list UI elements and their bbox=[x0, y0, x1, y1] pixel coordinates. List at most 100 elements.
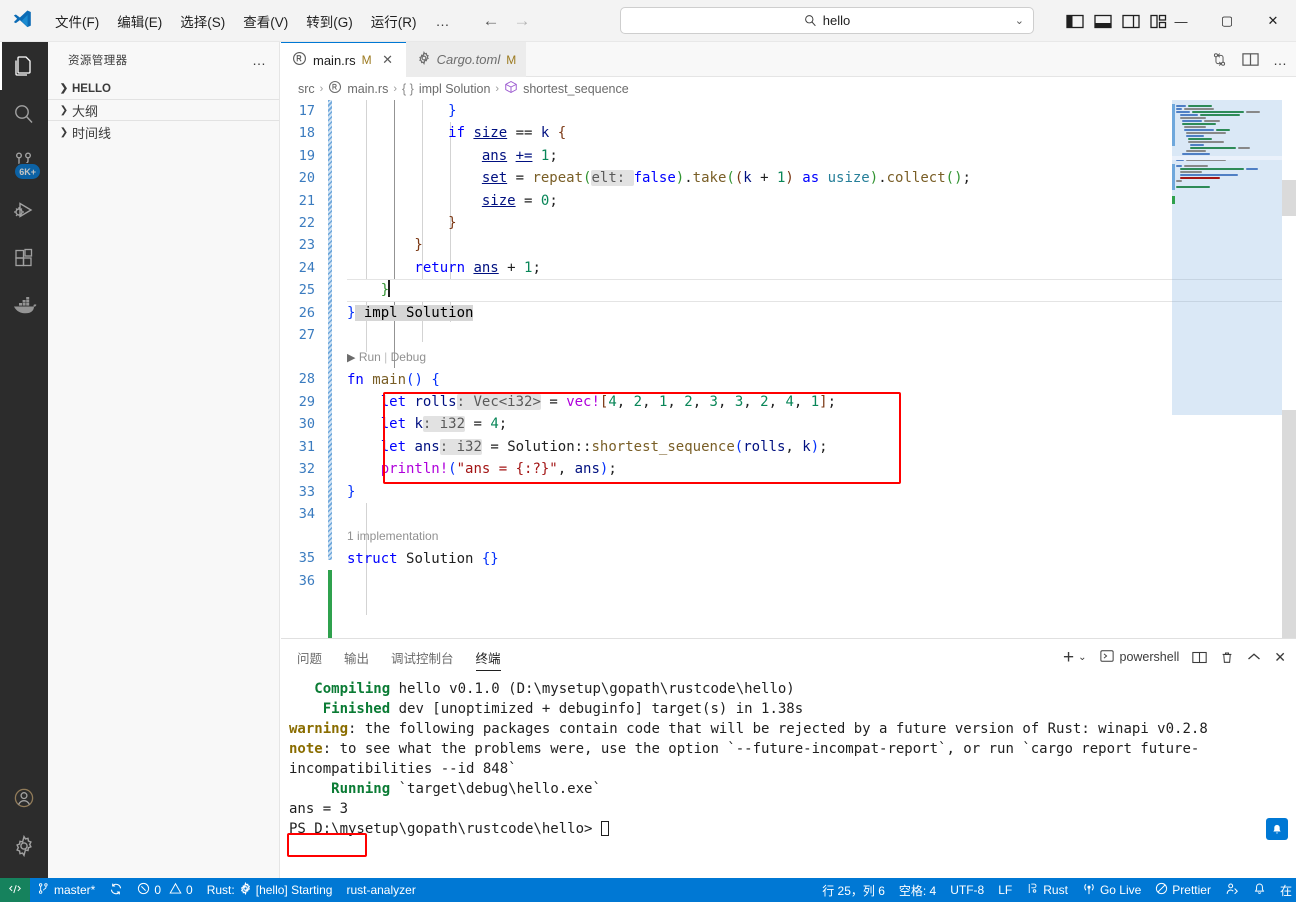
line-number-gutter: 17 18 19 20 21 22 23 24 25 26 27 28 29 3… bbox=[281, 100, 327, 593]
kill-terminal-button[interactable] bbox=[1220, 650, 1234, 665]
terminal-compiling-text: hello v0.1.0 (D:\mysetup\gopath\rustcode… bbox=[390, 681, 795, 697]
sidebar-item-hello[interactable]: ❯ HELLO bbox=[48, 77, 279, 99]
minimap[interactable] bbox=[1172, 100, 1282, 638]
line-number: 18 bbox=[298, 125, 315, 142]
activitybar-item-source-control[interactable]: 6K+ bbox=[0, 138, 48, 186]
activitybar-item-run-debug[interactable] bbox=[0, 186, 48, 234]
editor-vertical-scrollbar[interactable] bbox=[1282, 100, 1296, 638]
split-editor-icon[interactable] bbox=[1242, 52, 1259, 67]
menu-view[interactable]: 查看(V) bbox=[234, 8, 297, 34]
sidebar-item-timeline[interactable]: ❯ 时间线 bbox=[48, 121, 279, 143]
menu-file-label: 文件(F) bbox=[55, 14, 100, 30]
modified-lines-gutter-indicator bbox=[328, 100, 332, 560]
status-rust-analyzer[interactable]: rust-analyzer bbox=[339, 878, 422, 902]
close-button[interactable]: ✕ bbox=[1250, 0, 1296, 42]
status-ime-indicator[interactable]: 在 bbox=[1273, 878, 1296, 902]
codelens-run-link[interactable]: Run bbox=[359, 350, 381, 364]
vscode-logo-icon bbox=[0, 0, 46, 42]
panel-tab-bar: 问题 输出 调试控制台 终端 + ⌄ powershell ✕ bbox=[281, 639, 1296, 675]
status-encoding[interactable]: UTF-8 bbox=[943, 878, 991, 902]
notification-bell-toast-icon[interactable] bbox=[1266, 818, 1288, 840]
status-sync[interactable] bbox=[102, 878, 130, 902]
codelens-struct[interactable]: 1 implementation bbox=[347, 525, 1296, 547]
breadcrumb-impl-solution[interactable]: { } impl Solution bbox=[402, 82, 490, 96]
menu-edit[interactable]: 编辑(E) bbox=[108, 8, 171, 34]
split-terminal-button[interactable] bbox=[1192, 651, 1207, 664]
status-go-live[interactable]: Go Live bbox=[1075, 878, 1148, 902]
maximize-button[interactable]: ▢ bbox=[1204, 0, 1250, 42]
gear-file-icon bbox=[417, 51, 431, 68]
go-back-icon[interactable]: ← bbox=[483, 12, 500, 29]
breadcrumb-impl-solution-label: impl Solution bbox=[418, 81, 491, 96]
menu-more-button[interactable]: … bbox=[426, 10, 461, 32]
command-center[interactable]: hello ⌄ bbox=[620, 7, 1034, 34]
status-go-live-label: Go Live bbox=[1099, 883, 1142, 897]
toggle-primary-sidebar-icon[interactable] bbox=[1066, 13, 1084, 29]
activitybar-item-docker[interactable] bbox=[0, 282, 48, 330]
tab-cargo-toml[interactable]: Cargo.toml M bbox=[405, 42, 527, 77]
status-cursor-position[interactable]: 行 25，列 6 bbox=[815, 878, 892, 902]
panel-tab-terminal[interactable]: 终端 bbox=[475, 639, 501, 675]
toggle-panel-icon[interactable] bbox=[1094, 13, 1112, 29]
status-bar-right: 行 25，列 6 空格: 4 UTF-8 LF Rust Go Live Pre… bbox=[815, 878, 1296, 902]
status-problems[interactable]: 0 0 bbox=[130, 878, 199, 902]
code-editor[interactable]: 17 18 19 20 21 22 23 24 25 26 27 28 29 3… bbox=[281, 100, 1296, 638]
activitybar-item-accounts[interactable] bbox=[0, 774, 48, 822]
error-icon bbox=[137, 882, 150, 898]
toggle-secondary-sidebar-icon[interactable] bbox=[1122, 13, 1140, 29]
terminal-tab-powershell[interactable]: powershell bbox=[1099, 649, 1179, 666]
minimize-button[interactable]: — bbox=[1158, 0, 1204, 42]
activitybar-item-search[interactable] bbox=[0, 90, 48, 138]
status-remote-indicator[interactable] bbox=[0, 878, 30, 902]
status-indentation[interactable]: 空格: 4 bbox=[892, 878, 943, 902]
status-prettier-label: Prettier bbox=[1172, 883, 1211, 897]
status-notifications[interactable] bbox=[1246, 878, 1273, 902]
gear-icon bbox=[239, 881, 252, 898]
activitybar-item-extensions[interactable] bbox=[0, 234, 48, 282]
tab-main-rs-label: main.rs bbox=[313, 52, 356, 68]
status-branch[interactable]: master* bbox=[30, 878, 102, 902]
panel-tab-problems[interactable]: 问题 bbox=[297, 639, 322, 675]
activitybar-item-settings[interactable] bbox=[0, 822, 48, 870]
tab-main-rs[interactable]: main.rs M ✕ bbox=[281, 42, 406, 77]
status-eol[interactable]: LF bbox=[991, 878, 1019, 902]
editor-more-actions-icon[interactable]: … bbox=[1273, 52, 1288, 68]
code-line-17: } bbox=[347, 103, 457, 119]
codelens-debug-link[interactable]: Debug bbox=[391, 350, 426, 364]
terminal-output[interactable]: Compiling hello v0.1.0 (D:\mysetup\gopat… bbox=[281, 675, 1296, 878]
code-line-18: if size == k { bbox=[347, 125, 567, 142]
line-number: 30 bbox=[298, 416, 315, 433]
panel-tab-output[interactable]: 输出 bbox=[344, 639, 369, 675]
sidebar-more-actions-icon[interactable]: … bbox=[252, 52, 267, 68]
docker-whale-icon bbox=[14, 297, 37, 314]
new-terminal-button[interactable]: + ⌄ bbox=[1063, 648, 1087, 667]
line-number: 31 bbox=[298, 438, 315, 455]
menu-file[interactable]: 文件(F) bbox=[46, 8, 108, 34]
menu-go[interactable]: 转到(G) bbox=[297, 8, 362, 34]
panel-tab-debug-console[interactable]: 调试控制台 bbox=[391, 639, 454, 675]
codelens-separator: | bbox=[384, 350, 388, 365]
tab-main-rs-close-icon[interactable]: ✕ bbox=[380, 52, 396, 68]
breadcrumb-main-rs[interactable]: main.rs bbox=[328, 80, 388, 97]
close-panel-button[interactable]: ✕ bbox=[1274, 649, 1286, 666]
status-prettier[interactable]: Prettier bbox=[1148, 878, 1218, 902]
breadcrumb-src[interactable]: src bbox=[298, 82, 315, 96]
code-line-33: } bbox=[347, 483, 356, 500]
go-forward-icon[interactable]: → bbox=[514, 12, 531, 29]
open-changes-icon[interactable] bbox=[1211, 51, 1228, 68]
chevron-down-icon[interactable]: ⌄ bbox=[1078, 652, 1086, 663]
menu-selection[interactable]: 选择(S) bbox=[171, 8, 234, 34]
menu-run[interactable]: 运行(R) bbox=[362, 8, 426, 34]
chevron-down-icon[interactable]: ⌄ bbox=[1015, 14, 1024, 27]
line-number: 20 bbox=[298, 170, 315, 187]
gear-icon bbox=[16, 834, 32, 858]
status-language-mode[interactable]: Rust bbox=[1019, 878, 1075, 902]
sidebar-item-outline[interactable]: ❯ 大纲 bbox=[48, 99, 279, 121]
code-line-31: let ans: i32 = Solution::shortest_sequen… bbox=[380, 438, 828, 455]
code-line-29: let rolls: Vec<i32> = vec![4, 2, 1, 2, 3… bbox=[380, 394, 837, 411]
maximize-panel-button[interactable] bbox=[1247, 652, 1261, 662]
status-rust-server[interactable]: Rust: [hello] Starting bbox=[200, 878, 340, 902]
activitybar-item-explorer[interactable] bbox=[0, 42, 48, 90]
breadcrumb-shortest-sequence[interactable]: shortest_sequence bbox=[504, 80, 629, 97]
status-feedback[interactable] bbox=[1218, 878, 1246, 902]
